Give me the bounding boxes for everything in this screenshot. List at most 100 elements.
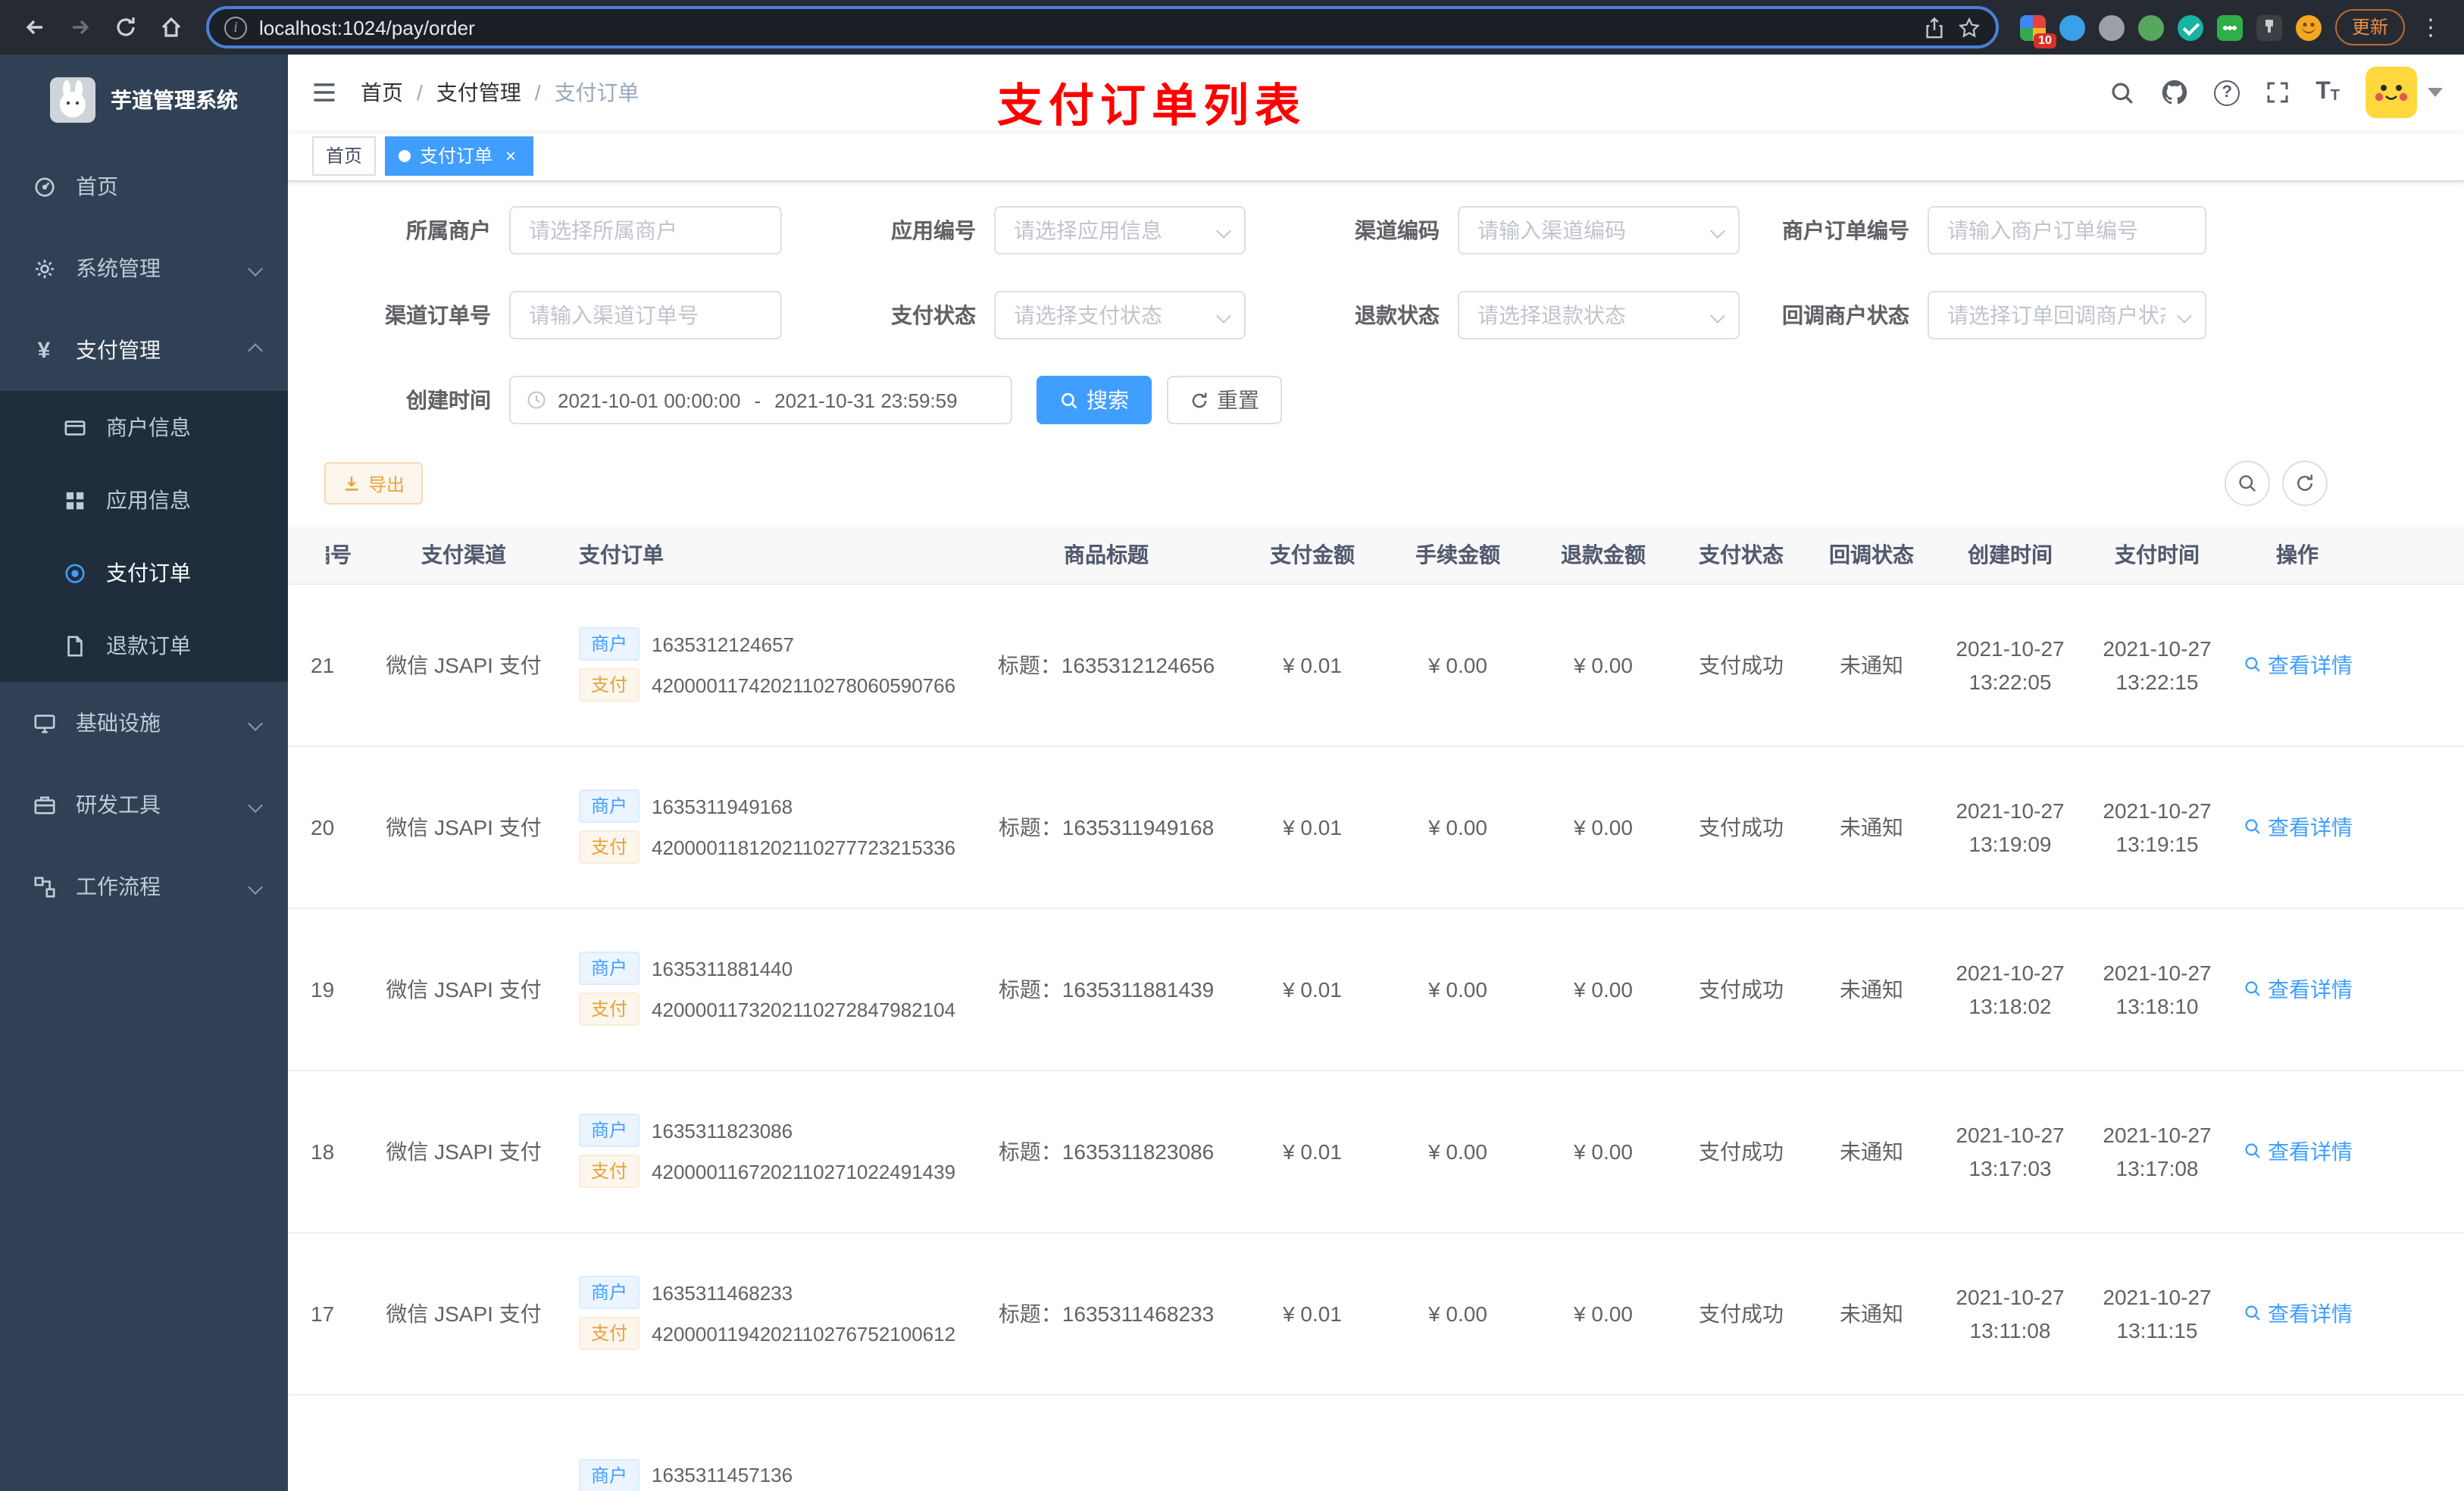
reset-button[interactable]: 重置 xyxy=(1167,376,1282,424)
channel-order-no-input[interactable] xyxy=(509,291,782,339)
sidebar-item-payment[interactable]: ¥ 支付管理 xyxy=(0,309,288,391)
toggle-search-button[interactable] xyxy=(2225,461,2270,506)
chevron-down-icon xyxy=(248,261,263,276)
fullscreen-icon[interactable] xyxy=(2265,80,2290,105)
sidebar-item-label: 商户信息 xyxy=(106,415,191,439)
view-detail-label: 查看详情 xyxy=(2268,652,2353,677)
export-button[interactable]: 导出 xyxy=(324,462,424,505)
pay-tag: 支付 xyxy=(579,668,640,702)
browser-extensions: 10 更新 xyxy=(2014,9,2449,48)
pay-order-no: 4200001181202110277723215336 xyxy=(652,836,956,858)
url-text[interactable]: localhost:1024/pay/order xyxy=(259,16,1911,39)
avatar[interactable] xyxy=(2366,67,2417,118)
cell-fee: ¥ 0.00 xyxy=(1385,1232,1531,1395)
chevron-down-icon[interactable] xyxy=(2428,88,2443,97)
app-label: 应用编号 xyxy=(891,218,976,242)
cell-channel: 微信 JSAPI 支付 xyxy=(373,908,555,1071)
view-detail-link[interactable]: 查看详情 xyxy=(2242,974,2353,1004)
extension-pin-icon[interactable] xyxy=(2256,14,2282,40)
app-select[interactable] xyxy=(994,206,1246,255)
github-icon[interactable] xyxy=(2161,79,2188,106)
col-pay-order: 支付订单 xyxy=(555,527,973,584)
sidebar-item-infra[interactable]: 基础设施 xyxy=(0,682,288,764)
tags-view: 首页 支付订单 xyxy=(288,130,2464,182)
cell-pay-time: 2021-10-27 13:11:15 xyxy=(2084,1232,2231,1395)
cell-fee: ¥ 0.00 xyxy=(1385,1070,1531,1233)
extension-chat-icon[interactable] xyxy=(2216,14,2243,40)
search-button[interactable]: 搜索 xyxy=(1037,376,1152,424)
spacer-cell xyxy=(2364,1394,2464,1491)
screen: localhost:1024/pay/order 10 更新 芋道管理系统 xyxy=(0,0,2464,1491)
extension-colorful-icon[interactable]: 10 xyxy=(2019,14,2056,48)
sidebar-item-label: 支付管理 xyxy=(76,338,161,362)
extension-teal-icon[interactable] xyxy=(2177,14,2203,40)
view-detail-link[interactable]: 查看详情 xyxy=(2242,811,2353,842)
sidebar-item-devtools[interactable]: 研发工具 xyxy=(0,764,288,846)
merchant-tag: 商户 xyxy=(579,789,640,823)
hamburger-icon[interactable] xyxy=(288,79,361,106)
view-detail-link[interactable]: 查看详情 xyxy=(2242,649,2353,680)
tab-home[interactable]: 首页 xyxy=(312,136,377,175)
cell-pay-order: 商户 1635312124657 支付 4200001174202110278060… xyxy=(555,583,973,746)
browser-update-button[interactable]: 更新 xyxy=(2334,9,2405,45)
breadcrumb-separator xyxy=(535,80,541,105)
sidebar-item-app-info[interactable]: 应用信息 xyxy=(0,464,288,536)
merchant-input[interactable] xyxy=(509,206,782,255)
cell-pay-time: 2021-10-27 13:19:15 xyxy=(2084,746,2231,908)
breadcrumb-item[interactable]: 支付管理 xyxy=(436,77,521,108)
sidebar-item-system[interactable]: 系统管理 xyxy=(0,227,288,309)
extension-blue-icon[interactable] xyxy=(2059,14,2085,40)
merchant-tag: 商户 xyxy=(579,952,640,985)
merchant-order-no-input[interactable] xyxy=(1928,206,2206,255)
sidebar-item-home[interactable]: 首页 xyxy=(0,145,288,227)
help-icon[interactable] xyxy=(2214,80,2240,105)
refund-status-select[interactable] xyxy=(1458,291,1740,339)
view-detail-link[interactable]: 查看详情 xyxy=(2242,1298,2353,1328)
merchant-order-no: 1635311881440 xyxy=(652,957,793,980)
pay-order-no: 4200001194202110276752100612 xyxy=(652,1322,956,1345)
bookmark-star-icon[interactable] xyxy=(1958,16,1981,39)
view-detail-link[interactable]: 查看详情 xyxy=(2242,1136,2353,1166)
chevron-down-icon xyxy=(248,879,263,894)
sidebar-item-merchant-info[interactable]: 商户信息 xyxy=(0,391,288,464)
cell-status: 支付成功 xyxy=(1676,746,1806,908)
address-bar[interactable]: localhost:1024/pay/order xyxy=(206,6,1999,48)
cell-title: 标题：1635311881439 xyxy=(973,908,1240,1071)
user-menu[interactable] xyxy=(2366,67,2443,118)
table-row: 17 微信 JSAPI 支付 商户 1635311468233 支付 4200001… xyxy=(288,1232,2464,1395)
reload-button[interactable] xyxy=(106,8,145,47)
browser-menu-icon[interactable] xyxy=(2419,13,2443,42)
pay-status-select[interactable] xyxy=(994,291,1246,339)
back-button[interactable] xyxy=(15,8,55,47)
date-range-input[interactable]: 2021-10-01 00:00:00 2021-10-31 23:59:59 xyxy=(509,376,1012,424)
cell-amount xyxy=(1240,1394,1385,1491)
breadcrumb-item[interactable]: 首页 xyxy=(361,77,403,108)
page-content: 所属商户 应用编号 渠道编码 商户订单编号 xyxy=(288,182,2464,1491)
cell-id xyxy=(288,1394,373,1491)
font-size-icon[interactable] xyxy=(2315,80,2340,105)
forward-button[interactable] xyxy=(61,8,100,47)
notify-status-select[interactable] xyxy=(1928,291,2206,339)
search-icon[interactable] xyxy=(2109,80,2135,105)
pay-order-no: 4200001167202110271022491439 xyxy=(652,1160,956,1183)
chevron-down-icon xyxy=(248,715,263,730)
extension-green-icon[interactable] xyxy=(2137,14,2164,40)
pay-status-label: 支付状态 xyxy=(891,303,976,327)
site-info-icon[interactable] xyxy=(224,16,247,39)
sidebar-item-pay-order[interactable]: 支付订单 xyxy=(0,536,288,609)
share-icon[interactable] xyxy=(1923,16,1946,39)
home-button[interactable] xyxy=(152,8,191,47)
cell-create-time xyxy=(1937,1394,2084,1491)
cell-pay-time xyxy=(2084,1394,2231,1491)
tab-pay-order[interactable]: 支付订单 xyxy=(385,136,534,175)
refresh-button[interactable] xyxy=(2282,461,2328,506)
extension-gray-icon[interactable] xyxy=(2098,14,2125,40)
orders-table: 编号 支付渠道 支付订单 商品标题 支付金额 手续金额 退款金额 支付状态 回调… xyxy=(288,527,2464,1491)
extension-emoji-icon[interactable] xyxy=(2295,14,2322,40)
sidebar-item-workflow[interactable]: 工作流程 xyxy=(0,846,288,927)
spacer-cell xyxy=(2364,1232,2464,1395)
close-icon[interactable] xyxy=(502,146,520,164)
merchant-order-no-label: 商户订单编号 xyxy=(1782,218,1909,242)
channel-code-select[interactable] xyxy=(1458,206,1740,255)
sidebar-item-refund-order[interactable]: 退款订单 xyxy=(0,609,288,682)
